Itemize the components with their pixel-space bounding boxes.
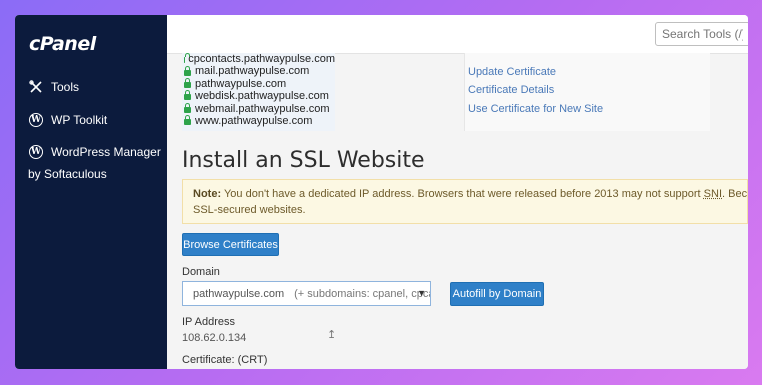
- list-item: www.pathwaypulse.com: [184, 115, 335, 127]
- tools-icon: [28, 79, 44, 95]
- sni-abbreviation: SNI: [703, 188, 723, 200]
- sidebar-item-wp-toolkit[interactable]: W WP Toolkit: [28, 112, 107, 128]
- domain-select-hint: (+ subdomains: cpanel, cpcalen: [294, 287, 430, 300]
- ip-address-value: 108.62.0.134: [182, 332, 247, 344]
- note-prefix: Note:: [193, 188, 222, 200]
- certificate-crt-label: Certificate: (CRT): [182, 354, 268, 366]
- update-certificate-link[interactable]: Update Certificate: [468, 66, 556, 78]
- top-bar: [167, 15, 748, 54]
- sidebar-item-tools[interactable]: Tools: [28, 79, 79, 95]
- note-text: SSL-secured websites.: [193, 204, 306, 216]
- sidebar-item-label: WP Toolkit: [51, 113, 108, 127]
- certificate-details-link[interactable]: Certificate Details: [468, 84, 554, 96]
- note-text: You don't have a dedicated IP address. B…: [223, 188, 701, 200]
- lock-icon: [184, 102, 191, 113]
- wordpress-icon: W: [29, 113, 43, 127]
- list-item: webdisk.pathwaypulse.com: [184, 90, 335, 102]
- autofill-by-domain-button[interactable]: Autofill by Domain: [450, 282, 544, 306]
- use-certificate-link[interactable]: Use Certificate for New Site: [468, 103, 603, 115]
- browse-certificates-button[interactable]: Browse Certificates: [182, 233, 279, 256]
- sidebar-item-label: Tools: [51, 80, 80, 94]
- list-item: mail.pathwaypulse.com: [184, 65, 335, 77]
- note-text: . Because of this, users ma: [722, 188, 748, 200]
- lock-icon: [184, 65, 191, 76]
- page-title: Install an SSL Website: [182, 148, 425, 173]
- list-item: cpcontacts.pathwaypulse.com: [184, 53, 335, 65]
- ip-address-label: IP Address: [182, 316, 235, 328]
- lock-icon: [184, 77, 191, 88]
- lock-icon: [184, 115, 191, 126]
- domain-select-value: pathwaypulse.com: [193, 287, 285, 300]
- list-item: webmail.pathwaypulse.com: [184, 103, 335, 115]
- chevron-down-icon: ▼: [417, 288, 426, 298]
- search-input[interactable]: [655, 22, 748, 46]
- app-window: cPanel Tools W WP Toolkit W WordPress Ma…: [15, 15, 748, 369]
- wordpress-icon: W: [29, 145, 43, 159]
- main-content: cpcontacts.pathwaypulse.com mail.pathway…: [167, 15, 748, 369]
- sidebar-item-wordpress-manager[interactable]: W WordPress Manager: [28, 144, 161, 160]
- cpanel-logo[interactable]: cPanel: [29, 33, 96, 55]
- domain-select[interactable]: pathwaypulse.com (+ subdomains: cpanel, …: [182, 281, 431, 306]
- certificate-actions: Update Certificate Certificate Details U…: [464, 53, 710, 131]
- mouse-cursor-icon: ↥: [327, 329, 337, 341]
- domain-list: cpcontacts.pathwaypulse.com mail.pathway…: [182, 53, 335, 131]
- sidebar: cPanel Tools W WP Toolkit W WordPress Ma…: [15, 15, 167, 369]
- dedicated-ip-note: Note: You don't have a dedicated IP addr…: [182, 179, 748, 224]
- lock-icon: [184, 90, 191, 101]
- sidebar-item-sublabel[interactable]: by Softaculous: [28, 167, 107, 181]
- list-item: pathwaypulse.com: [184, 78, 335, 90]
- domain-label: Domain: [182, 266, 220, 278]
- sidebar-item-label: WordPress Manager: [51, 145, 161, 159]
